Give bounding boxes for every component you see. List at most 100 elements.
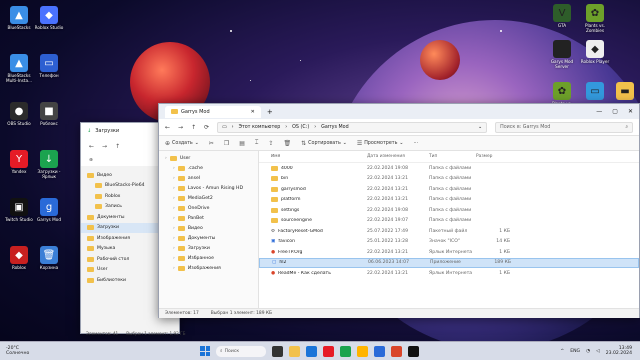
desktop-shortcut[interactable]: Y Yandex bbox=[2, 150, 36, 174]
column-size[interactable]: Размер bbox=[476, 154, 516, 159]
paste-icon[interactable]: ▤ bbox=[239, 140, 245, 147]
file-row[interactable]: bin 22.02.2024 13:21 Папка с файлами bbox=[259, 174, 639, 185]
share-icon[interactable]: ⇪ bbox=[268, 140, 273, 147]
file-row[interactable]: sourceengine 22.02.2024 19:07 Папка с фа… bbox=[259, 216, 639, 227]
breadcrumb-item[interactable]: OS (C:) bbox=[292, 125, 309, 130]
new-icon[interactable]: ⊕ bbox=[89, 158, 93, 163]
refresh-icon[interactable]: ⟳ bbox=[204, 124, 209, 131]
app-icon[interactable] bbox=[391, 345, 402, 357]
desktop-shortcut[interactable]: ◆ Roblox bbox=[2, 246, 36, 270]
file-row[interactable]: platform 22.02.2024 13:21 Папка с файлам… bbox=[259, 195, 639, 206]
sidebar-item-label: Видео bbox=[187, 225, 203, 231]
desktop-shortcut[interactable]: ✿Plants vs. Zombies bbox=[578, 4, 612, 33]
forward-arrow-icon[interactable]: → bbox=[102, 143, 107, 150]
chevron-down-icon[interactable]: ⌄ bbox=[478, 125, 482, 130]
cut-icon[interactable]: ✂ bbox=[209, 140, 214, 147]
sidebar-item[interactable]: › MediaGet2 bbox=[159, 193, 258, 203]
clock[interactable]: 13:49 23.02.2024 bbox=[606, 346, 632, 356]
desktop-shortcut[interactable]: ↓ Загрузки - Ярлык bbox=[32, 150, 66, 179]
desktop-shortcut[interactable]: ■ Роблокс bbox=[32, 102, 66, 126]
file-explorer-icon[interactable] bbox=[289, 345, 300, 357]
terminal-icon[interactable] bbox=[408, 345, 419, 357]
file-row[interactable]: 4000 22.02.2024 19:08 Папка с файлами bbox=[259, 163, 639, 174]
wifi-icon[interactable]: ◔ bbox=[586, 349, 590, 354]
desktop-shortcut-label: Роблокс bbox=[40, 121, 58, 126]
breadcrumb-item[interactable]: Garrys Mod bbox=[321, 125, 349, 130]
address-bar: ← → ↑ ⟳ ▭ › Этот компьютер › OS (C:) › G… bbox=[159, 119, 639, 136]
file-row[interactable]: ▢ hl2 06.06.2023 14:07 Приложение 189 КБ bbox=[259, 257, 639, 268]
desktop-shortcut[interactable]: ▬ bbox=[608, 82, 640, 101]
desktop-shortcut[interactable]: g Garrys Mod bbox=[32, 198, 66, 222]
column-date[interactable]: Дата изменения bbox=[367, 154, 429, 159]
sidebar-item[interactable]: › Загрузки bbox=[159, 243, 258, 253]
close-tab-icon[interactable]: ✕ bbox=[251, 109, 255, 115]
desktop-shortcut[interactable]: ◆ Roblox Studio bbox=[32, 6, 66, 30]
view-button[interactable]: ☰ Просмотреть ⌄ bbox=[357, 140, 404, 147]
sidebar-item[interactable]: › Видео bbox=[159, 223, 258, 233]
desktop-shortcut[interactable]: 🗑 Корзина bbox=[32, 246, 66, 270]
garrysmod-window[interactable]: Garrys Mod ✕ + — ▢ ✕ ← → ↑ ⟳ ▭ › Этот ко… bbox=[158, 103, 640, 318]
rename-icon[interactable]: ⌶ bbox=[255, 139, 259, 147]
file-type: Значок "ICO" bbox=[429, 239, 460, 245]
task-view-icon[interactable] bbox=[272, 345, 283, 357]
sidebar-item[interactable]: › OneDrive bbox=[159, 203, 258, 213]
sort-button[interactable]: ⇅ Сортировать ⌄ bbox=[301, 140, 347, 147]
add-tab-icon[interactable]: + bbox=[267, 108, 273, 116]
file-row[interactable]: ▣ favicon 25.01.2022 13:28 Значок "ICO" 1… bbox=[259, 237, 639, 248]
desktop-shortcut[interactable]: ▣ Twitch Studio bbox=[2, 198, 36, 222]
search-input[interactable]: Поиск в: Garrys Mod ⌕ bbox=[495, 121, 633, 133]
weather-widget[interactable]: -20°C Солнечно bbox=[0, 346, 60, 356]
file-row[interactable]: garrysmod 22.02.2024 13:21 Папка с файла… bbox=[259, 184, 639, 195]
sidebar-item[interactable]: › Избранное bbox=[159, 253, 258, 263]
desktop-shortcut[interactable]: ◆ Roblox Player bbox=[578, 40, 612, 64]
taskbar-search[interactable]: ⌕ Поиск bbox=[216, 345, 266, 357]
sidebar-item[interactable]: › .cache bbox=[159, 163, 258, 173]
up-arrow-icon[interactable]: ↑ bbox=[115, 143, 120, 150]
up-arrow-icon[interactable]: ↑ bbox=[191, 124, 196, 131]
file-row[interactable]: ● FreeTP.Org 22.02.2024 13:21 Ярлык Интер… bbox=[259, 247, 639, 258]
copy-icon[interactable]: ❐ bbox=[224, 140, 229, 147]
folder-icon bbox=[177, 185, 185, 191]
column-name[interactable]: Имя bbox=[259, 154, 367, 159]
desktop-shortcut[interactable]: ▲ BlueStacks Multi-Insta... bbox=[2, 54, 36, 83]
sidebar-item[interactable]: › ansel bbox=[159, 173, 258, 183]
volume-icon[interactable]: ◁ bbox=[596, 349, 600, 354]
back-arrow-icon[interactable]: ← bbox=[165, 124, 170, 131]
desktop-shortcut[interactable]: ▪ Garys Mod Server bbox=[545, 40, 579, 69]
file-row[interactable]: ⚙ FactoryReset-GMod 25.07.2022 17:49 Паке… bbox=[259, 226, 639, 237]
edge-icon[interactable] bbox=[306, 345, 317, 357]
chrome-icon[interactable] bbox=[340, 345, 351, 357]
back-arrow-icon[interactable]: ← bbox=[89, 143, 94, 150]
minimize-icon[interactable]: — bbox=[596, 108, 602, 115]
window-titlebar[interactable]: Garrys Mod ✕ + — ▢ ✕ bbox=[159, 104, 639, 119]
chevron-up-icon[interactable]: ^ bbox=[560, 349, 564, 354]
chevron-right-icon: › bbox=[173, 165, 175, 171]
breadcrumb-item[interactable]: Этот компьютер bbox=[239, 125, 281, 130]
maximize-icon[interactable]: ▢ bbox=[612, 108, 618, 115]
sidebar-item[interactable]: › Lavos - Amun Rising HD bbox=[159, 183, 258, 193]
file-row[interactable]: settings 22.02.2024 19:08 Папка с файлам… bbox=[259, 205, 639, 216]
sidebar-item[interactable]: › Документы bbox=[159, 233, 258, 243]
create-button[interactable]: ⊕ Создать ⌄ bbox=[165, 140, 199, 147]
file-row[interactable]: ● ReadMe - Как сделать 22.02.2024 13:21 Я… bbox=[259, 268, 639, 279]
desktop-shortcut[interactable]: ▭ bbox=[578, 82, 612, 101]
delete-icon[interactable]: 🗑 bbox=[284, 140, 292, 147]
forward-arrow-icon[interactable]: → bbox=[178, 124, 183, 131]
breadcrumb[interactable]: ▭ › Этот компьютер › OS (C:) › Garrys Mo… bbox=[217, 121, 488, 133]
yandex-icon[interactable] bbox=[323, 345, 334, 357]
start-icon[interactable] bbox=[200, 346, 210, 356]
sidebar-item[interactable]: › User bbox=[159, 153, 258, 163]
desktop-shortcut[interactable]: ▭ Телефон bbox=[32, 54, 66, 78]
desktop-shortcut[interactable]: ● OBS Studio bbox=[2, 102, 36, 126]
sidebar-item[interactable]: › PanBet bbox=[159, 213, 258, 223]
desktop-shortcut[interactable]: ▲ BlueStacks bbox=[2, 6, 36, 30]
sidebar-item[interactable]: › Изображения bbox=[159, 263, 258, 273]
more-button[interactable]: ··· bbox=[413, 141, 418, 146]
steam-icon[interactable] bbox=[374, 345, 385, 357]
column-type[interactable]: Тип bbox=[429, 154, 476, 159]
desktop-shortcut[interactable]: V GTA bbox=[545, 4, 579, 28]
language-indicator[interactable]: ENG bbox=[570, 349, 580, 354]
close-icon[interactable]: ✕ bbox=[628, 108, 633, 115]
tab-garrysmod[interactable]: Garrys Mod ✕ bbox=[165, 105, 261, 118]
yandex-browser-icon[interactable] bbox=[357, 345, 368, 357]
